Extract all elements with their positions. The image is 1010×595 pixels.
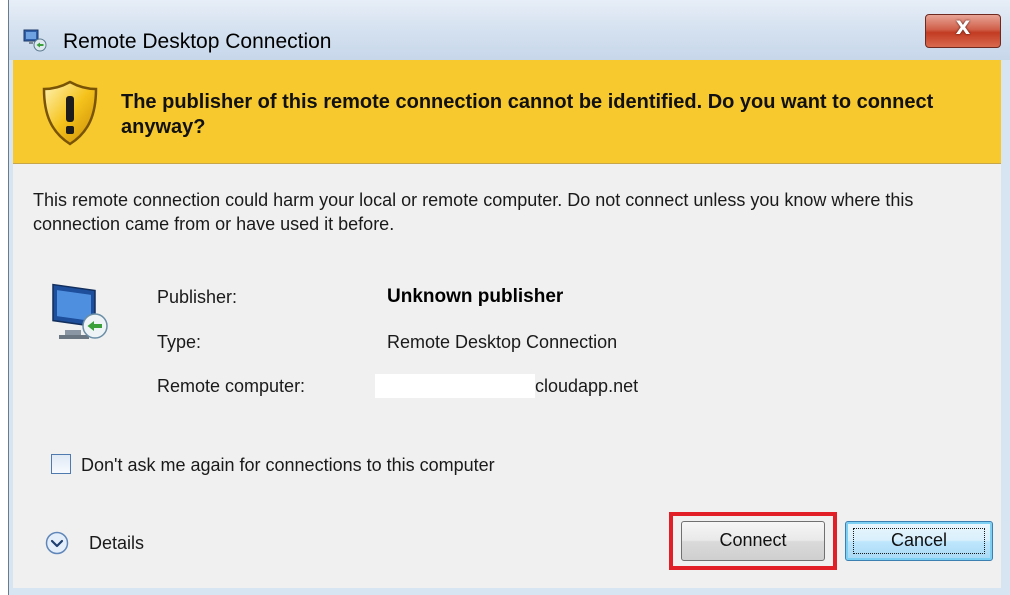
close-button[interactable]: X — [925, 14, 1001, 48]
type-label: Type: — [157, 332, 202, 352]
title-bar[interactable]: Remote Desktop Connection X — [9, 0, 1010, 60]
publisher-label: Publisher: — [157, 287, 238, 307]
redacted-hostname — [375, 374, 535, 398]
details-label: Details — [89, 533, 145, 553]
remote-computer-label: Remote computer: — [157, 376, 306, 396]
dont-ask-checkbox[interactable] — [51, 454, 71, 474]
warning-shield-icon — [42, 80, 98, 146]
connect-button[interactable]: Connect — [681, 521, 825, 561]
security-message: This remote connection could harm your l… — [33, 190, 914, 234]
window-title: Remote Desktop Connection — [63, 30, 332, 53]
remote-desktop-app-icon — [23, 29, 47, 52]
cancel-button[interactable]: Cancel — [845, 521, 993, 561]
remote-computer-value: cloudapp.net — [535, 376, 639, 396]
publisher-value: Unknown publisher — [387, 286, 564, 307]
details-toggle[interactable]: Details — [43, 528, 173, 558]
chevron-down-icon — [45, 531, 69, 555]
close-icon: X — [955, 17, 971, 39]
warning-banner: The publisher of this remote connection … — [13, 60, 1001, 164]
dont-ask-label[interactable]: Don't ask me again for connections to th… — [81, 454, 495, 476]
type-value: Remote Desktop Connection — [387, 332, 618, 352]
dialog-content: The publisher of this remote connection … — [13, 60, 1001, 588]
cancel-button-label: Cancel — [890, 530, 948, 550]
connect-button-label: Connect — [719, 530, 787, 550]
remote-desktop-dialog: Remote Desktop Connection X The publishe… — [8, 0, 1010, 595]
banner-warning-text: The publisher of this remote connection … — [121, 91, 934, 138]
remote-computer-icon — [52, 283, 108, 339]
